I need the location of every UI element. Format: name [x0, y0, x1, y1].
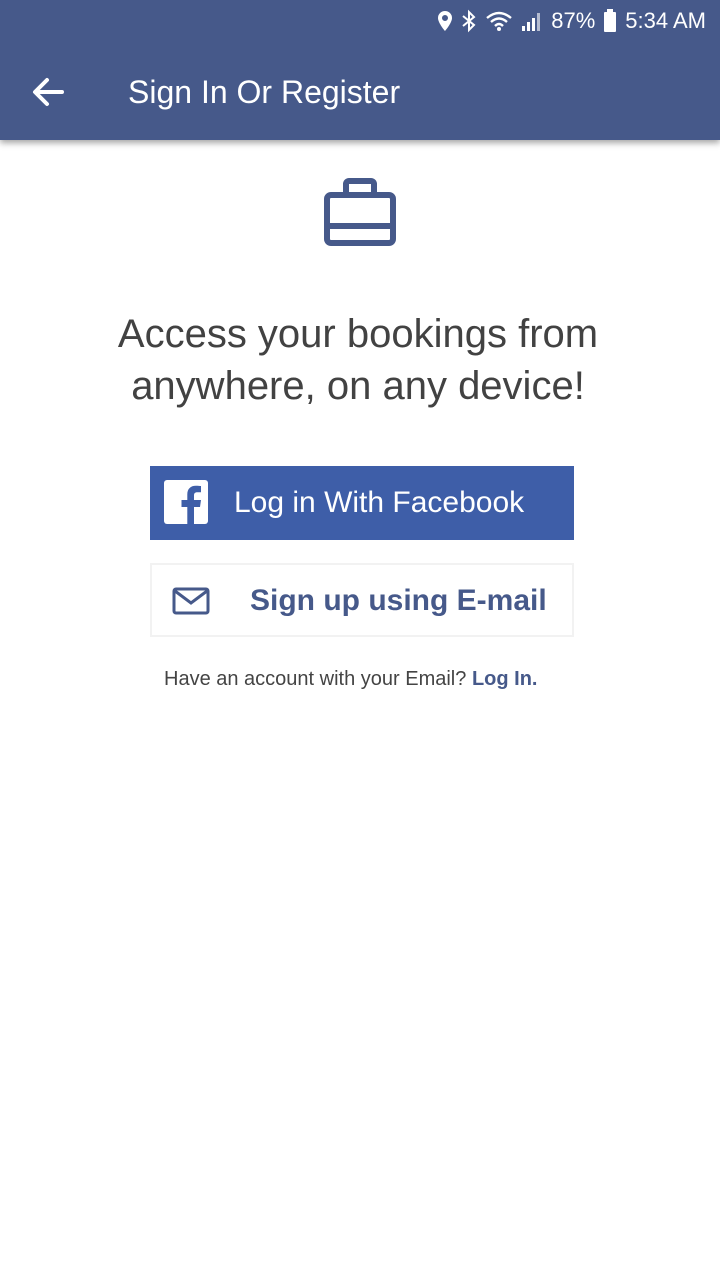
email-button-label: Sign up using E-mail [250, 584, 547, 617]
headline-line-2: anywhere, on any device! [131, 364, 585, 408]
status-bar: 87% 5:34 AM [0, 0, 720, 44]
mail-icon [172, 587, 210, 615]
email-signup-button[interactable]: Sign up using E-mail [150, 563, 574, 637]
battery-percent: 87% [551, 8, 596, 33]
login-prompt-text: Have an account with your Email? [164, 668, 467, 690]
facebook-button-label: Log in With Facebook [234, 486, 525, 519]
battery-icon [604, 9, 617, 32]
page-title: Sign In Or Register [128, 74, 401, 110]
facebook-login-button[interactable]: Log in With Facebook [150, 466, 574, 540]
status-time: 5:34 AM [625, 8, 706, 33]
signal-icon [522, 13, 541, 31]
location-icon [438, 11, 453, 31]
headline: Access your bookings from anywhere, on a… [100, 308, 616, 412]
login-prompt: Have an account with your Email? Log In. [164, 666, 564, 692]
wifi-icon [486, 11, 513, 31]
headline-line-1: Access your bookings from [117, 312, 599, 356]
header-band: 87% 5:34 AM Sign In Or Register [0, 0, 720, 140]
back-button[interactable] [28, 72, 68, 112]
status-icons: 87% 5:34 AM [437, 6, 706, 36]
login-link[interactable]: Log In. [472, 668, 538, 690]
briefcase-icon [320, 174, 400, 250]
bluetooth-icon [462, 9, 476, 33]
arrow-left-icon [33, 78, 64, 106]
app-bar: Sign In Or Register [0, 44, 720, 140]
facebook-icon [164, 480, 208, 524]
